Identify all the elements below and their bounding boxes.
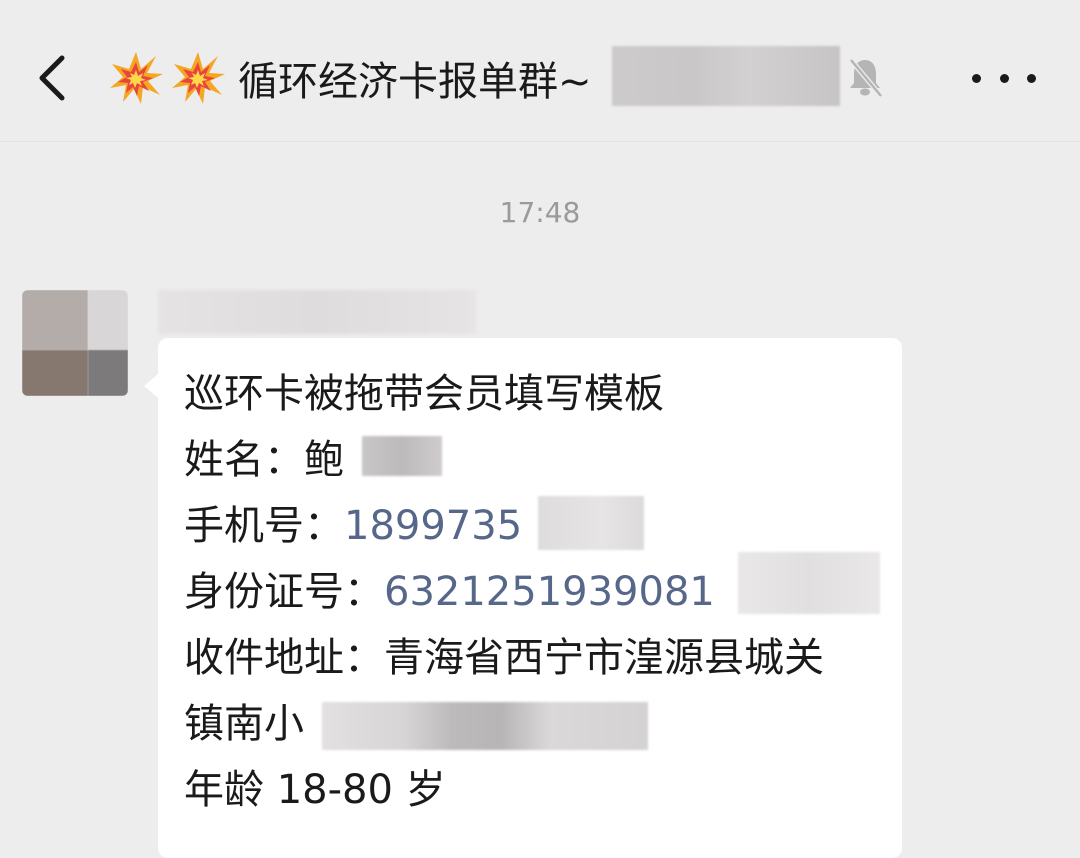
- message-line-age: 年龄 18-80 岁: [184, 762, 446, 818]
- avatar-pixel: [88, 350, 128, 396]
- redacted-address: [322, 702, 648, 750]
- message-line-address: 收件地址：青海省西宁市湟源县城关: [184, 630, 824, 686]
- chat-header: 循环经济卡报单群~: [0, 0, 1080, 142]
- message-line-phone: 手机号：1899735: [184, 498, 522, 554]
- name-label: 姓名：: [184, 437, 304, 483]
- message-line-name: 姓名：鲍: [184, 432, 344, 488]
- collision-emoji-icon: [172, 52, 225, 104]
- name-value: 鲍: [304, 437, 344, 483]
- more-button[interactable]: [972, 58, 1036, 98]
- id-number-link[interactable]: 6321251939081: [384, 569, 715, 615]
- address-value: 青海省西宁市湟源县城关: [384, 635, 824, 681]
- message-bubble[interactable]: 巡环卡被拖带会员填写模板 姓名：鲍 手机号：1899735 身份证号：63212…: [144, 338, 902, 858]
- avatar-pixel: [88, 290, 128, 350]
- message-line-title: 巡环卡被拖带会员填写模板: [184, 371, 664, 417]
- more-icon-dot: [999, 73, 1009, 83]
- redacted-sender-name: [158, 290, 476, 334]
- more-icon-dot: [972, 73, 981, 83]
- back-arrow-icon: [39, 55, 65, 101]
- more-icon-dot: [1027, 73, 1036, 83]
- redacted-phone: [538, 496, 644, 550]
- collision-emoji-icon: [110, 52, 163, 104]
- phone-label: 手机号：: [184, 503, 344, 549]
- avatar-pixel: [22, 290, 88, 350]
- message-line-id: 身份证号：6321251939081: [184, 564, 715, 620]
- sender-avatar[interactable]: [22, 290, 128, 396]
- phone-number-link[interactable]: 1899735: [344, 503, 522, 549]
- redacted-name: [362, 436, 442, 476]
- age-unit: 岁: [392, 767, 446, 813]
- message-timestamp: 17:48: [499, 196, 581, 229]
- age-value: 18-80: [276, 767, 393, 813]
- redacted-id-number: [738, 552, 880, 614]
- address-label: 收件地址：: [184, 635, 384, 681]
- message-line-address-2: 镇南小: [184, 701, 304, 747]
- back-button[interactable]: [30, 48, 78, 108]
- age-label: 年龄: [184, 767, 277, 813]
- mute-bell-icon: [849, 58, 883, 98]
- chat-title-text: 循环经济卡报单群~: [238, 59, 592, 105]
- avatar-pixel: [22, 350, 88, 396]
- redacted-title-suffix: [612, 46, 840, 106]
- chat-title[interactable]: 循环经济卡报单群~: [108, 40, 592, 116]
- id-label: 身份证号：: [184, 569, 384, 615]
